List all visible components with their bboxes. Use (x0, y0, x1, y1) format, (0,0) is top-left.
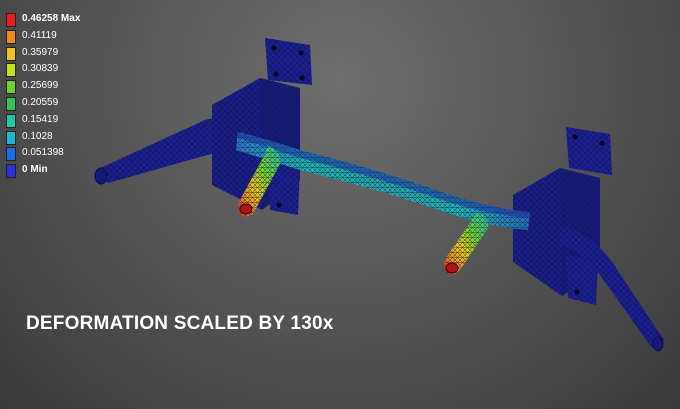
fea-result-viewport: 0.46258 Max 0.41119 0.35979 0.30839 0.25699 0… (0, 0, 680, 409)
deformed-model (94, 38, 664, 352)
right-grip (444, 212, 489, 275)
deformation-caption: DEFORMATION SCALED BY 130x (26, 313, 334, 334)
